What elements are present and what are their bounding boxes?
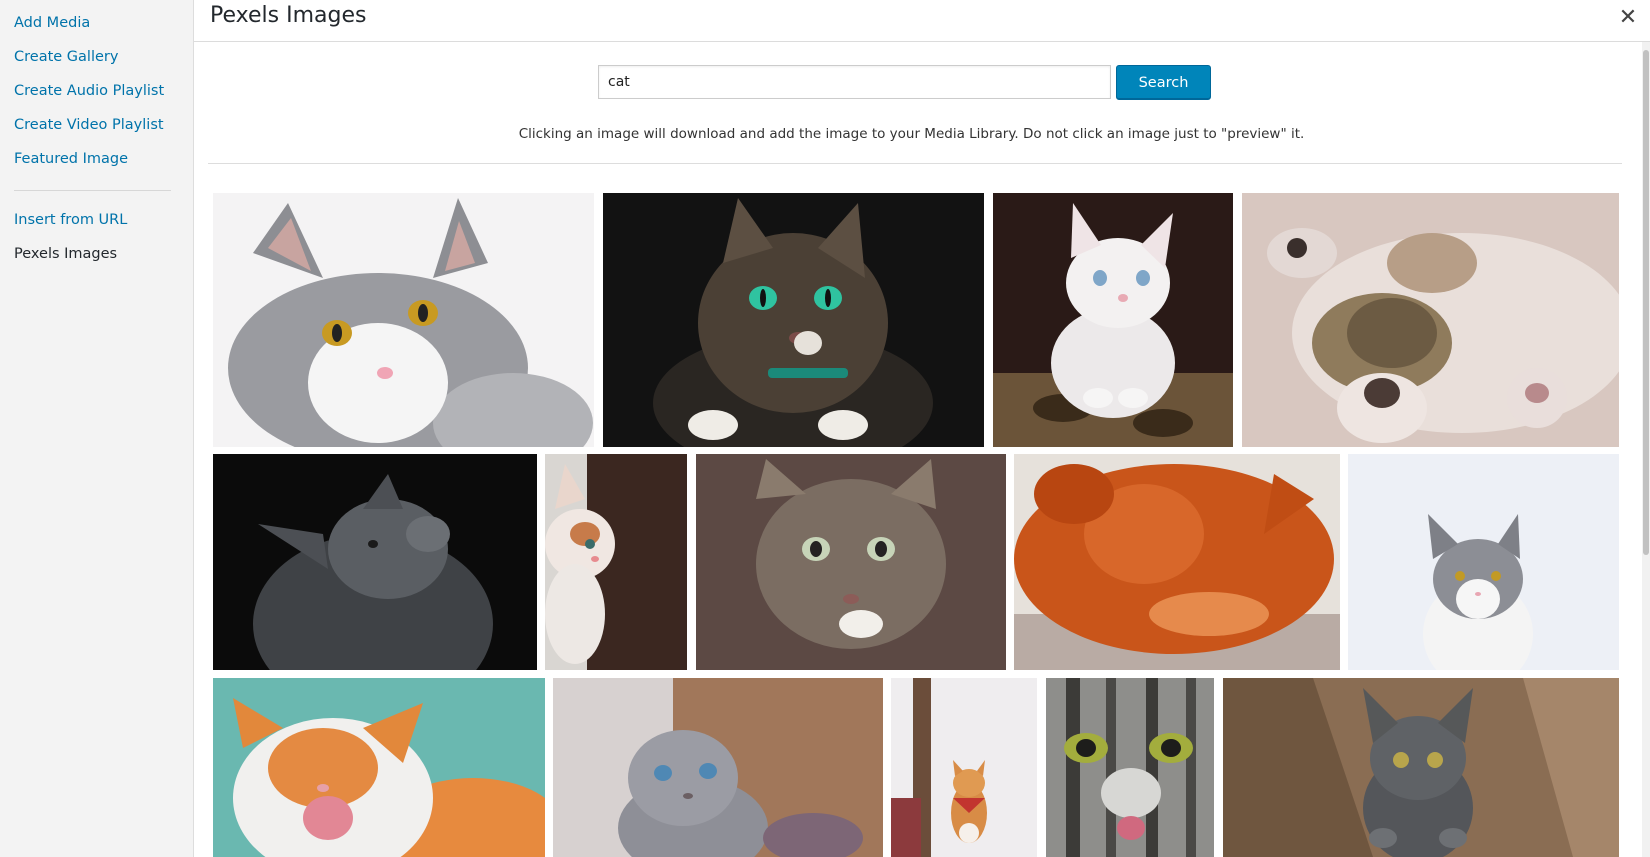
cat-photo-gray-white: [213, 193, 594, 447]
image-tile[interactable]: [213, 678, 545, 857]
pexels-content: Search Clicking an image will download a…: [194, 42, 1644, 857]
cat-photo-tabby-looking-up: [696, 454, 1006, 670]
search-input[interactable]: [598, 65, 1111, 99]
media-menu: Add Media Create Gallery Create Audio Pl…: [0, 0, 193, 271]
image-tile[interactable]: [993, 193, 1233, 447]
close-icon[interactable]: ✕: [1616, 6, 1640, 30]
menu-separator: [14, 190, 171, 191]
menu-item-add-media[interactable]: Add Media: [0, 6, 193, 40]
image-tile[interactable]: [553, 678, 883, 857]
menu-item-create-video-playlist[interactable]: Create Video Playlist: [0, 108, 193, 142]
cat-photo-orange-resting: [1014, 454, 1340, 670]
download-notice: Clicking an image will download and add …: [518, 126, 1305, 142]
cat-photo-tabby-closeup: [1046, 678, 1214, 857]
media-sidebar: Add Media Create Gallery Create Audio Pl…: [0, 0, 194, 857]
image-tile[interactable]: [603, 193, 984, 447]
cat-photo-tabby-dark: [603, 193, 984, 447]
cat-photo-gray-profile: [213, 454, 537, 670]
page-title: Pexels Images: [210, 3, 367, 28]
menu-item-create-gallery[interactable]: Create Gallery: [0, 40, 193, 74]
image-tile[interactable]: [213, 193, 594, 447]
image-tile[interactable]: [213, 454, 537, 670]
scrollbar-thumb[interactable]: [1643, 50, 1649, 555]
image-tile[interactable]: [1348, 454, 1619, 670]
cat-photo-sleeping-paws: [1242, 193, 1619, 447]
cat-photo-orange-licking: [213, 678, 545, 857]
media-modal: Add Media Create Gallery Create Audio Pl…: [0, 0, 1650, 857]
image-tile[interactable]: [696, 454, 1006, 670]
search-button[interactable]: Search: [1116, 65, 1211, 100]
cat-photo-kitten-bandana: [891, 678, 1037, 857]
vertical-scrollbar[interactable]: [1642, 42, 1650, 857]
image-tile[interactable]: [1046, 678, 1214, 857]
image-tile[interactable]: [1223, 678, 1619, 857]
menu-item-pexels-images[interactable]: Pexels Images: [0, 237, 193, 271]
cat-photo-scottish-fold: [553, 678, 883, 857]
content-divider: [208, 163, 1622, 164]
cat-photo-gray-kitten-wood: [1223, 678, 1619, 857]
cat-photo-gray-white-sitting: [1348, 454, 1619, 670]
image-tile[interactable]: [1014, 454, 1340, 670]
menu-item-insert-from-url[interactable]: Insert from URL: [0, 203, 193, 237]
image-tile[interactable]: [891, 678, 1037, 857]
modal-header: Pexels Images ✕: [194, 0, 1650, 42]
cat-photo-white-kitten: [993, 193, 1233, 447]
search-row: Search: [598, 65, 1211, 101]
menu-item-featured-image[interactable]: Featured Image: [0, 142, 193, 176]
image-tile[interactable]: [545, 454, 687, 670]
cat-photo-peeking: [545, 454, 687, 670]
image-tile[interactable]: [1242, 193, 1619, 447]
menu-item-create-audio-playlist[interactable]: Create Audio Playlist: [0, 74, 193, 108]
